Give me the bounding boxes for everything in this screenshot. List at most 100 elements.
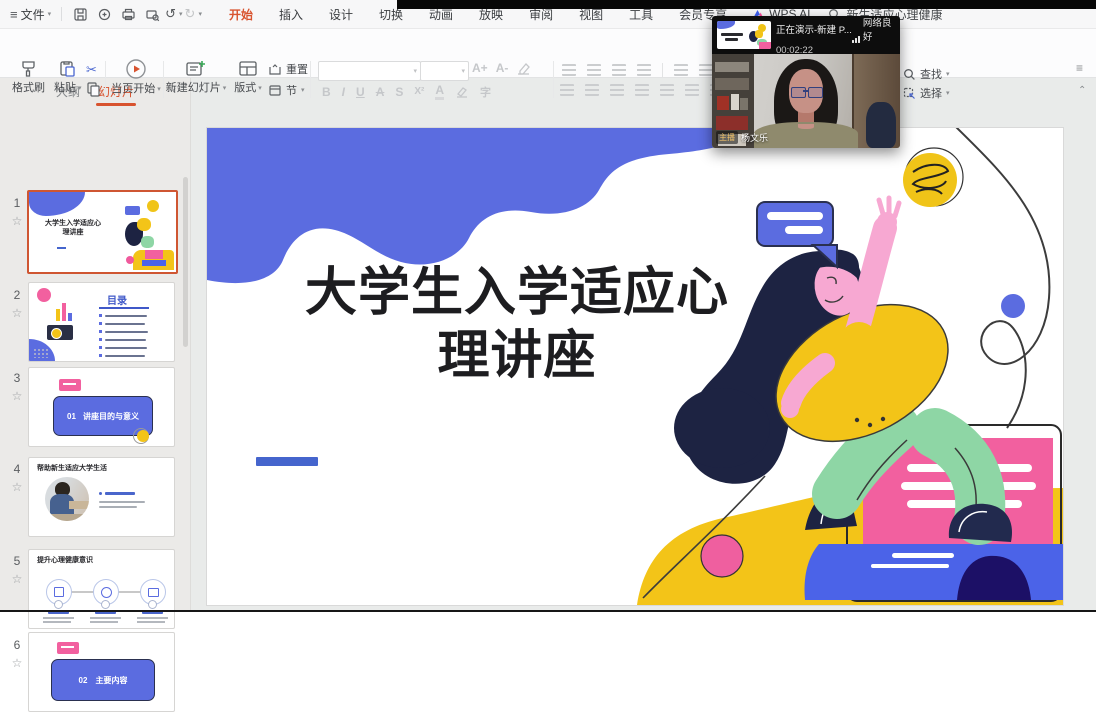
cut-button[interactable]: ✂	[86, 61, 97, 79]
format-painter-button[interactable]: 格式刷	[12, 59, 45, 94]
divider	[61, 7, 62, 21]
format-painter-icon	[18, 59, 39, 79]
decrease-indent-icon[interactable]	[612, 64, 626, 76]
phonetic-guide-icon[interactable]	[674, 64, 688, 76]
layout-button[interactable]: 版式▾	[228, 59, 268, 94]
slide-number: 5	[10, 554, 24, 568]
slide-panel: 大纲 幻灯片 ‹ 1 ☆ 大学生入学适应心理讲座 2 ☆ 目录	[0, 77, 191, 612]
distribute-icon[interactable]	[660, 84, 674, 96]
favorite-star-icon[interactable]: ☆	[10, 572, 24, 586]
favorite-star-icon[interactable]: ☆	[10, 389, 24, 403]
glasses-right-lens	[808, 87, 823, 98]
superscript-button[interactable]: X²	[414, 86, 424, 97]
slide-thumbnail-2[interactable]: 目录	[28, 282, 175, 362]
paste-button[interactable]: 粘贴▾	[54, 59, 82, 94]
new-slide-button[interactable]: 新建幻灯片▾	[166, 59, 226, 94]
bullet-list-icon[interactable]	[562, 64, 576, 76]
align-center-icon[interactable]	[585, 84, 599, 96]
align-right-icon[interactable]	[610, 84, 624, 96]
print-button[interactable]	[118, 4, 138, 24]
justify-icon[interactable]	[635, 84, 649, 96]
slide-number: 4	[10, 462, 24, 476]
presenter-name: 杨文乐	[741, 131, 768, 144]
highlight-icon[interactable]	[455, 85, 469, 98]
slide-thumbnail-5[interactable]: 提升心理健康意识	[28, 549, 175, 629]
paste-icon	[58, 59, 77, 79]
paragraph-tools-row2	[560, 84, 724, 96]
slide-thumbnail-3[interactable]: 01讲座目的与意义	[28, 367, 175, 447]
chevron-down-icon: ▾	[48, 11, 52, 18]
role-badge: 主播	[716, 131, 738, 144]
file-menu-label: 文件	[21, 6, 45, 23]
section-button[interactable]: 节▾	[268, 82, 305, 98]
search-icon	[903, 68, 916, 81]
panel-list-icon[interactable]: ≡	[1076, 61, 1083, 75]
undo-icon: ↺	[165, 6, 176, 22]
increase-font-button[interactable]: A+	[472, 61, 488, 75]
slide-number: 6	[10, 638, 24, 652]
paragraph-tools-row1	[562, 63, 713, 77]
reset-icon	[268, 63, 282, 76]
save-button[interactable]	[70, 4, 90, 24]
chevron-down-icon: ▾	[198, 11, 202, 18]
decrease-font-button[interactable]: A-	[496, 61, 509, 75]
favorite-star-icon[interactable]: ☆	[10, 656, 24, 670]
font-size-select[interactable]: ▾	[420, 61, 469, 81]
strikethrough-button[interactable]: A	[376, 85, 385, 99]
text-direction-icon[interactable]	[699, 64, 713, 76]
presenting-thumbnail[interactable]	[717, 21, 771, 49]
select-button[interactable]: 选择▾	[903, 85, 950, 101]
favorite-star-icon[interactable]: ☆	[10, 214, 24, 228]
meeting-overlay[interactable]: 正在演示-新建 P... 网络良好 00:02:22	[712, 16, 900, 148]
editing-canvas: 大学生入学适应心 理讲座	[190, 77, 1096, 612]
print-preview-button[interactable]	[142, 4, 162, 24]
line-spacing-icon[interactable]	[685, 84, 699, 96]
scissors-icon: ✂	[86, 62, 97, 77]
char-tool-button[interactable]: 字	[480, 84, 491, 100]
text-shadow-button[interactable]: S	[395, 85, 403, 99]
new-slide-icon	[185, 59, 207, 79]
sidebar-scrollbar[interactable]	[183, 177, 188, 347]
redo-button[interactable]: ↻ ▾	[184, 0, 203, 28]
undo-button[interactable]: ↺ ▾	[164, 0, 183, 28]
collapse-ribbon-icon[interactable]: ⌃	[1078, 85, 1086, 96]
presenting-title: 正在演示-新建 P...	[776, 22, 852, 36]
select-icon	[903, 87, 916, 100]
favorite-star-icon[interactable]: ☆	[10, 306, 24, 320]
find-button[interactable]: 查找▾	[903, 66, 950, 82]
export-button[interactable]	[94, 4, 114, 24]
chevron-down-icon: ▾	[179, 11, 183, 18]
copy-icon	[86, 81, 101, 97]
tab-home[interactable]: 开始	[229, 6, 253, 23]
slide-number: 2	[10, 288, 24, 302]
slide-title[interactable]: 大学生入学适应心 理讲座	[237, 262, 797, 388]
redo-icon: ↻	[185, 6, 196, 22]
webcam-video[interactable]: 主播 杨文乐	[712, 54, 900, 148]
align-left-icon[interactable]	[560, 84, 574, 96]
numbered-list-icon[interactable]	[587, 64, 601, 76]
slide-canvas[interactable]: 大学生入学适应心 理讲座	[207, 128, 1063, 605]
slide-thumbnail-6[interactable]: 02主要内容	[28, 632, 175, 712]
clear-format-icon[interactable]	[516, 61, 531, 75]
hamburger-icon: ≡	[10, 7, 18, 22]
play-from-current-button[interactable]: 当页开始▾	[110, 58, 162, 95]
slide-number: 1	[10, 196, 24, 210]
slide-thumbnail-4[interactable]: 帮助新生适应大学生活	[28, 457, 175, 537]
tab-insert[interactable]: 插入	[279, 6, 303, 23]
copy-button[interactable]	[86, 81, 101, 97]
italic-button[interactable]: I	[342, 85, 345, 99]
reset-button[interactable]: 重置	[268, 61, 308, 77]
meeting-header: 正在演示-新建 P... 网络良好 00:02:22	[712, 16, 900, 54]
file-menu[interactable]: ≡ 文件 ▾	[6, 0, 55, 28]
font-family-select[interactable]: ▾	[318, 61, 421, 81]
bold-button[interactable]: B	[322, 85, 331, 99]
slide-number: 3	[10, 371, 24, 385]
font-color-button[interactable]: A	[435, 83, 444, 100]
underline-button[interactable]: U	[356, 85, 365, 99]
glasses-left-lens	[791, 87, 806, 98]
favorite-star-icon[interactable]: ☆	[10, 480, 24, 494]
slide-thumbnail-1[interactable]: 大学生入学适应心理讲座	[27, 190, 178, 274]
tab-design[interactable]: 设计	[329, 6, 353, 23]
ribbon-toolbar: 格式刷 粘贴▾ ✂ 当页开始▾ 新建幻灯片▾ 版式▾ 重置 节▾ ▾ ▾ A+ …	[0, 28, 1096, 78]
increase-indent-icon[interactable]	[637, 64, 651, 76]
